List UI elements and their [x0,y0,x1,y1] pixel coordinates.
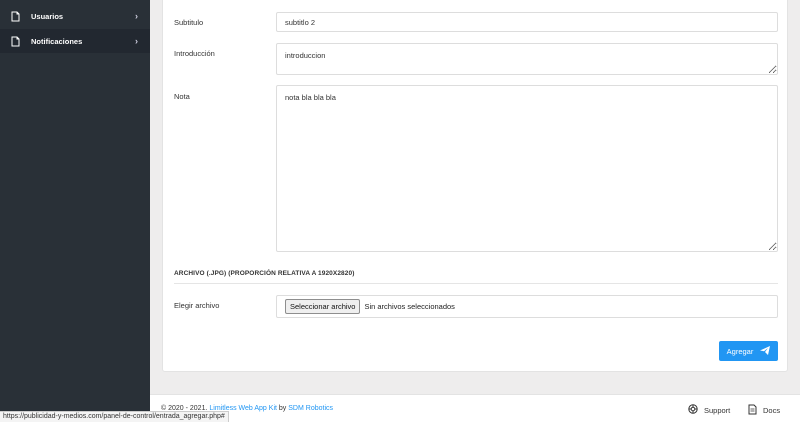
introduccion-textarea[interactable]: introduccion [276,43,778,75]
archivo-label: Elegir archivo [174,301,220,310]
sdm-robotics-link[interactable]: SDM Robotics [288,405,333,412]
agregar-label: Agregar [726,346,754,356]
agregar-button[interactable]: Agregar [719,341,778,361]
support-link[interactable]: Support [688,404,730,416]
document-icon [748,404,757,417]
subtitulo-label: Subtitulo [174,18,204,27]
divider [174,283,778,284]
file-input[interactable]: Seleccionar archivo Sin archivos selecci… [276,295,778,318]
nota-label: Nota [174,92,190,101]
form-card: Subtitulo Introducción introduccion Nota… [162,0,788,372]
archivo-section-title: ARCHIVO (.JPG) (PROPORCIÓN RELATIVA A 19… [174,270,355,277]
docs-label: Docs [763,406,781,415]
paper-plane-icon [760,345,771,357]
sidebar-item-label: Notificaciones [31,36,83,46]
document-icon [11,11,21,22]
introduccion-label: Introducción [174,49,215,58]
sidebar-item-usuarios[interactable]: Usuarios › [0,4,150,28]
document-icon [11,36,21,47]
sidebar: Usuarios › Notificaciones › [0,0,150,422]
lifebuoy-icon [688,404,698,416]
select-file-button[interactable]: Seleccionar archivo [285,299,361,314]
file-status: Sin archivos seleccionados [364,302,455,311]
docs-link[interactable]: Docs [748,404,780,417]
support-label: Support [704,405,731,415]
footer: © 2020 - 2021. Limitless Web App Kit by … [150,394,800,422]
status-bar-url: https://publicidad-y-medios.com/panel-de… [0,411,229,422]
by-text: by [278,405,287,412]
chevron-right-icon: › [135,11,138,21]
sidebar-item-label: Usuarios [31,11,64,21]
subtitulo-input[interactable] [276,12,778,32]
chevron-right-icon: › [135,36,138,46]
nota-textarea[interactable]: nota bla bla bla [276,85,778,252]
sidebar-item-notificaciones[interactable]: Notificaciones › [0,29,150,53]
